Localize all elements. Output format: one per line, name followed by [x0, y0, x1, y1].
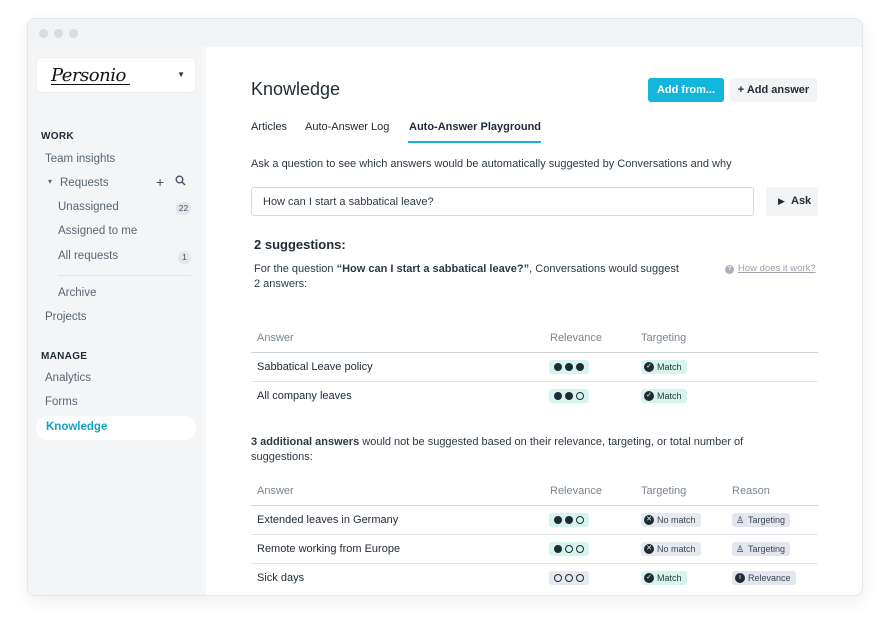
main-content: Knowledge Add from... + Add answer Artic… [206, 47, 862, 595]
caret-down-icon: ▼ [177, 70, 185, 79]
sidebar: Personio ▼ WORK Team insights ▾ Requests… [28, 47, 206, 595]
targeting-badge: ✕ No match [641, 542, 701, 556]
table-row-divider [251, 381, 818, 382]
question-input[interactable]: How can I start a sabbatical leave? [251, 187, 754, 216]
col-header-relevance: Relevance [550, 332, 602, 344]
sidebar-item-forms[interactable]: Forms [45, 396, 78, 408]
check-icon: ✓ [644, 573, 654, 583]
tab-articles[interactable]: Articles [251, 121, 287, 133]
suggestions-description: For the question “How can I start a sabb… [254, 262, 679, 292]
search-icon[interactable] [175, 175, 186, 189]
sidebar-item-archive[interactable]: Archive [58, 287, 96, 299]
targeting-badge: ✕ No match [641, 513, 701, 527]
sidebar-item-knowledge[interactable]: Knowledge [36, 416, 196, 440]
info-icon: i [735, 573, 745, 583]
brand-logo: Personio [51, 65, 130, 86]
section-work: WORK [41, 131, 74, 142]
question-input-value: How can I start a sabbatical leave? [263, 196, 434, 208]
not-suggested-row-answer: Remote working from Europe [257, 543, 401, 555]
add-answer-button[interactable]: + Add answer [730, 78, 817, 102]
section-manage: MANAGE [41, 351, 88, 362]
relevance-indicator [549, 360, 589, 374]
sidebar-item-all-requests[interactable]: All requests [58, 250, 118, 262]
how-does-it-work-link[interactable]: ? How does it work? [725, 263, 816, 274]
reason-badge: ♙ Targeting [732, 513, 791, 527]
x-icon: ✕ [644, 515, 654, 525]
suggested-row-answer: Sabbatical Leave policy [257, 361, 373, 373]
how-link-label: How does it work? [738, 263, 816, 274]
collapse-caret-icon[interactable]: ▾ [48, 177, 52, 186]
sidebar-item-label: Knowledge [46, 421, 108, 433]
app-window: Personio ▼ WORK Team insights ▾ Requests… [27, 18, 863, 596]
title-bar [28, 19, 862, 47]
all-requests-count-badge: 1 [178, 251, 191, 264]
table-header-divider [251, 505, 818, 506]
relevance-indicator [549, 571, 589, 585]
person-icon: ♙ [735, 544, 745, 554]
not-suggested-row-answer: Extended leaves in Germany [257, 514, 399, 526]
suggested-row-answer: All company leaves [257, 390, 352, 402]
tab-auto-answer-log[interactable]: Auto-Answer Log [305, 121, 389, 133]
col-header-answer: Answer [257, 332, 294, 344]
targeting-badge: ✓ Match [641, 571, 687, 585]
additional-rest: would not be suggested based on their re… [359, 436, 744, 448]
x-icon: ✕ [644, 544, 654, 554]
desc-line2: 2 answers: [254, 278, 308, 290]
sidebar-item-projects[interactable]: Projects [45, 311, 87, 323]
sidebar-item-requests[interactable]: Requests [60, 177, 109, 189]
relevance-indicator [549, 542, 589, 556]
window-dot [54, 29, 63, 38]
col-header-targeting: Targeting [641, 485, 687, 497]
reason-badge: ♙ Targeting [732, 542, 791, 556]
col-header-targeting: Targeting [641, 332, 687, 344]
person-icon: ♙ [735, 515, 745, 525]
check-icon: ✓ [644, 362, 654, 372]
unassigned-count-badge: 22 [176, 202, 191, 215]
table-header-divider [251, 352, 818, 353]
table-row-divider [251, 534, 818, 535]
col-header-answer: Answer [257, 485, 294, 497]
desc-question: “How can I start a sabbatical leave?” [336, 263, 530, 275]
page-title: Knowledge [251, 79, 341, 99]
table-row-divider [251, 563, 818, 564]
sidebar-item-analytics[interactable]: Analytics [45, 372, 91, 384]
desc-prefix: For the question [254, 263, 337, 275]
additional-answers-description: 3 additional answers would not be sugges… [251, 435, 743, 465]
sidebar-item-assigned-to-me[interactable]: Assigned to me [58, 225, 137, 237]
tab-auto-answer-playground[interactable]: Auto-Answer Playground [409, 121, 541, 133]
sidebar-item-unassigned[interactable]: Unassigned [58, 201, 119, 213]
add-from-button[interactable]: Add from... [648, 78, 724, 102]
additional-bold: 3 additional answers [251, 436, 360, 448]
play-icon: ▶ [778, 196, 785, 206]
desc-suffix: , Conversations would suggest [529, 263, 679, 275]
question-icon: ? [725, 265, 734, 274]
targeting-badge: ✓ Match [641, 360, 687, 374]
window-dot [39, 29, 48, 38]
reason-badge: i Relevance [732, 571, 796, 585]
targeting-badge: ✓ Match [641, 389, 687, 403]
ask-button[interactable]: ▶ Ask [766, 187, 818, 216]
sidebar-divider [58, 275, 191, 276]
check-icon: ✓ [644, 391, 654, 401]
ask-button-label: Ask [791, 195, 812, 207]
suggestions-heading: 2 suggestions: [254, 237, 346, 252]
sidebar-item-team-insights[interactable]: Team insights [45, 153, 115, 165]
col-header-reason: Reason [732, 485, 770, 497]
active-tab-indicator [408, 141, 541, 143]
window-dot [69, 29, 78, 38]
additional-line2: suggestions: [251, 451, 313, 463]
col-header-relevance: Relevance [550, 485, 602, 497]
relevance-indicator [549, 513, 589, 527]
brand-switcher[interactable]: Personio ▼ [36, 57, 196, 93]
relevance-indicator [549, 389, 589, 403]
playground-help-text: Ask a question to see which answers woul… [251, 158, 732, 170]
not-suggested-row-answer: Sick days [257, 572, 305, 584]
add-request-plus-icon[interactable]: + [156, 174, 164, 190]
